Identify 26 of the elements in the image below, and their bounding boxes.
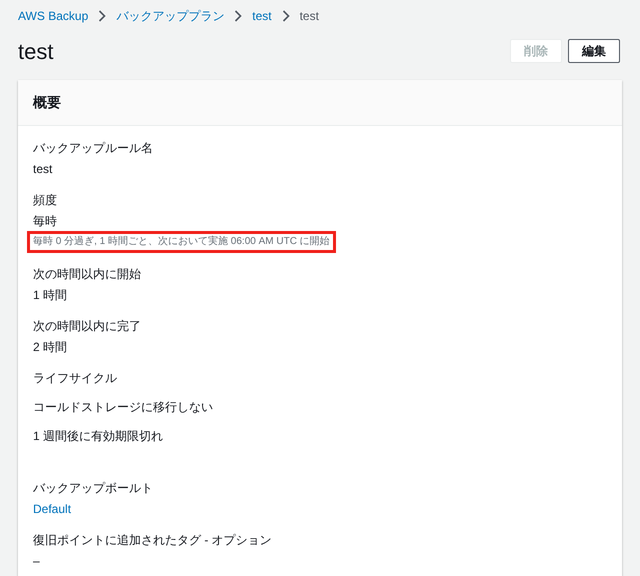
page-title: test — [18, 38, 54, 66]
schedule-description: 毎時 0 分過ぎ, 1 時間ごと、次において実施 06:00 AM UTC に開始 — [27, 231, 336, 253]
field-label: 復旧ポイントに追加されたタグ - オプション — [33, 532, 273, 549]
field-label: 頻度 — [33, 192, 58, 209]
breadcrumb-current: test — [300, 8, 319, 24]
action-button[interactable]: 編集 — [568, 39, 620, 63]
field-label: 次の時間以内に開始 — [33, 266, 142, 283]
field-value: 2 時間 — [33, 339, 68, 356]
field-value: test — [33, 161, 54, 178]
field-text: コールドストレージに移行しない — [33, 399, 214, 416]
breadcrumb-link[interactable]: バックアッププラン — [116, 6, 224, 24]
field-text: 1 週間後に有効期限切れ — [33, 428, 164, 445]
field-value: – — [33, 553, 41, 570]
vault-link[interactable]: Default — [33, 502, 72, 516]
chevron-right-icon — [98, 10, 106, 22]
breadcrumb-link[interactable]: test — [252, 6, 272, 24]
field-text: ライフサイクル — [33, 370, 118, 387]
panel-title: 概要 — [33, 93, 61, 112]
field-value: 1 時間 — [33, 287, 68, 304]
field-label: 次の時間以内に完了 — [33, 318, 142, 335]
field-label: バックアップルール名 — [33, 140, 154, 157]
field-value: 毎時 — [33, 213, 58, 230]
chevron-right-icon — [282, 10, 290, 22]
field-label: バックアップボールト — [33, 480, 154, 497]
chevron-right-icon — [234, 10, 242, 22]
breadcrumb-link[interactable]: AWS Backup — [18, 6, 88, 24]
